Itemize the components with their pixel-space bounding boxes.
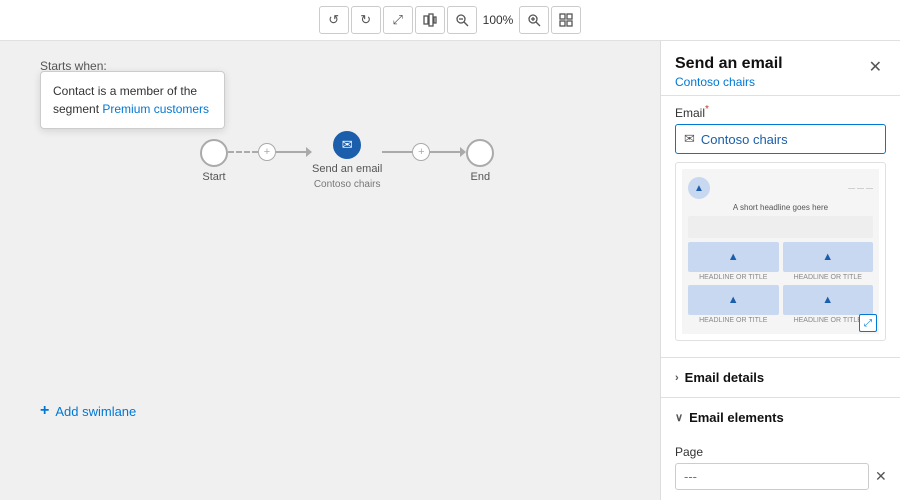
right-panel: Send an email Contoso chairs ✕ Email* ✉ … — [660, 41, 900, 500]
preview-img-icon-1: ▲ — [728, 251, 739, 263]
expand-button[interactable]: ⤢ — [383, 6, 413, 34]
redo-button[interactable]: ↻ — [351, 6, 381, 34]
preview-img-box-2: ▲ — [783, 242, 874, 272]
preview-inner: ▲ — — — A short headline goes here ▲ — [682, 169, 879, 334]
email-preview: ▲ — — — A short headline goes here ▲ — [675, 162, 886, 341]
email-node-icon: ✉ — [342, 137, 353, 153]
send-email-node[interactable]: ✉ Send an email Contoso chairs — [312, 131, 382, 190]
email-select-icon: ✉ — [684, 131, 695, 147]
start-label: Start — [202, 171, 225, 183]
send-email-sublabel: Contoso chairs — [314, 179, 381, 190]
line-1 — [276, 151, 306, 153]
preview-images-row-1: ▲ HEADLINE OR TITLE ▲ HEADLINE OR TITLE — [688, 242, 873, 281]
page-input[interactable] — [675, 463, 869, 490]
preview-img-icon-4: ▲ — [822, 294, 833, 306]
email-details-label: Email details — [685, 370, 764, 385]
zoom-in-button[interactable] — [519, 6, 549, 34]
email-elements-header[interactable]: ∨ Email elements — [661, 398, 900, 437]
preview-images-row-2: ▲ HEADLINE OR TITLE ▲ HEADLINE OR TITLE — [688, 285, 873, 324]
page-clear-button[interactable]: ✕ — [873, 466, 889, 487]
plus-connector-1[interactable]: + — [258, 143, 276, 161]
preview-img-icon-2: ▲ — [822, 251, 833, 263]
panel-close-button[interactable]: ✕ — [865, 55, 886, 79]
panel-title-group: Send an email Contoso chairs — [675, 55, 783, 89]
zoom-out-button[interactable] — [447, 6, 477, 34]
zoom-level-label: 100% — [479, 13, 518, 27]
preview-img-col-3: ▲ HEADLINE OR TITLE — [688, 285, 779, 324]
email-details-header[interactable]: › Email details — [661, 358, 900, 397]
undo-button[interactable]: ↺ — [319, 6, 349, 34]
send-email-label: Send an email — [312, 163, 382, 175]
toolbar: ↺ ↻ ⤢ 100% — [0, 0, 900, 41]
email-field-label: Email* — [675, 104, 886, 120]
add-swimlane-label: Add swimlane — [55, 404, 136, 419]
preview-img-caption-2: HEADLINE OR TITLE — [783, 274, 874, 281]
page-field-section: Page ✕ — [661, 437, 900, 500]
fit-button[interactable] — [551, 6, 581, 34]
page-field-label: Page — [675, 445, 886, 459]
main-layout: Starts when: Contact is a member of the … — [0, 41, 900, 500]
email-elements-accordion: ∨ Email elements Page ✕ + Add item — [661, 397, 900, 500]
email-elements-label: Email elements — [689, 410, 784, 425]
preview-text-block — [688, 216, 873, 238]
map-button[interactable] — [415, 6, 445, 34]
preview-img-caption-3: HEADLINE OR TITLE — [688, 317, 779, 324]
email-elements-chevron-icon: ∨ — [675, 411, 683, 424]
email-select-box[interactable]: ✉ Contoso chairs — [675, 124, 886, 154]
panel-header: Send an email Contoso chairs ✕ — [661, 41, 900, 95]
preview-logo-circle: ▲ — [688, 177, 710, 199]
preview-img-box-4: ▲ — [783, 285, 874, 315]
dashed-line-1 — [228, 151, 258, 153]
flow-container: Start + ✉ Send an email Contoso chairs — [200, 131, 494, 190]
panel-subtitle[interactable]: Contoso chairs — [675, 75, 783, 89]
preview-expand-button[interactable]: ⤢ — [859, 314, 877, 332]
line-3 — [430, 151, 460, 153]
preview-header-row: ▲ — — — — [688, 177, 873, 199]
email-field-section: Email* ✉ Contoso chairs ▲ — — — A — [661, 95, 900, 357]
preview-img-col-2: ▲ HEADLINE OR TITLE — [783, 242, 874, 281]
preview-img-box-1: ▲ — [688, 242, 779, 272]
preview-menu-dots: — — — — [848, 185, 873, 192]
send-email-circle[interactable]: ✉ — [333, 131, 361, 159]
end-circle[interactable] — [466, 139, 494, 167]
preview-img-caption-1: HEADLINE OR TITLE — [688, 274, 779, 281]
start-circle[interactable] — [200, 139, 228, 167]
line-2 — [382, 151, 412, 153]
preview-headline: A short headline goes here — [688, 203, 873, 212]
preview-img-col-1: ▲ HEADLINE OR TITLE — [688, 242, 779, 281]
condition-link[interactable]: Premium customers — [102, 102, 209, 116]
end-label: End — [471, 171, 491, 183]
email-details-chevron-icon: › — [675, 372, 679, 384]
page-input-row: ✕ — [675, 463, 886, 490]
preview-img-icon-3: ▲ — [728, 294, 739, 306]
canvas-area: Starts when: Contact is a member of the … — [0, 41, 660, 500]
preview-expand-icon: ⤢ — [864, 318, 872, 329]
add-swimlane-plus-icon: + — [40, 402, 49, 420]
email-select-value: Contoso chairs — [701, 132, 788, 147]
plus-connector-2[interactable]: + — [412, 143, 430, 161]
preview-img-box-3: ▲ — [688, 285, 779, 315]
start-node: Start — [200, 139, 228, 183]
end-node: End — [466, 139, 494, 183]
preview-logo-icon: ▲ — [694, 183, 704, 194]
panel-title: Send an email — [675, 55, 783, 73]
email-details-accordion: › Email details — [661, 357, 900, 397]
add-swimlane[interactable]: + Add swimlane — [40, 402, 136, 420]
condition-tooltip: Contact is a member of the segment Premi… — [40, 71, 225, 129]
